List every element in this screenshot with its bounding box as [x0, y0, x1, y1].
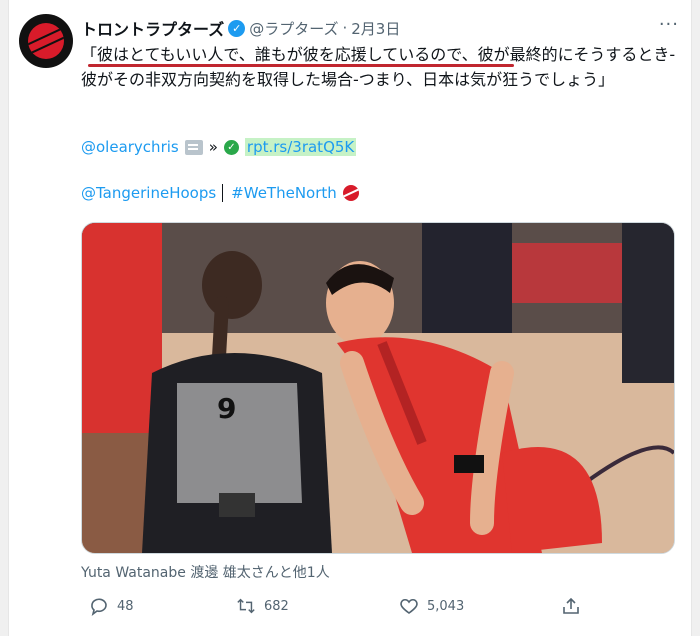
link-line: @olearychris » ✓ rpt.rs/3ratQ5K — [81, 138, 676, 156]
tag-line: @TangerineHoops #WeTheNorth — [81, 184, 359, 202]
retweet-count: 682 — [264, 598, 289, 614]
photo-caption[interactable]: Yuta Watanabe 渡邊 雄太さんと他1人 — [81, 562, 330, 582]
separator-dot: · — [342, 19, 348, 37]
basketball-emoji-icon — [342, 185, 359, 201]
like-button[interactable]: 5,043 — [399, 596, 464, 616]
tweet-actions: 48 682 5,043 — [81, 592, 601, 620]
retweet-icon — [236, 596, 256, 616]
heart-icon — [399, 596, 419, 616]
jersey-number: 9 — [217, 392, 236, 425]
tweet-text: 「彼はとてもいい人で、誰もが彼を応援しているので、彼が最終的にそうするとき-彼が… — [81, 45, 676, 89]
newspaper-icon — [184, 139, 203, 155]
photo-illustration: 9 — [82, 223, 674, 553]
reply-count: 48 — [117, 598, 134, 614]
arrow-symbol: » — [208, 138, 218, 156]
tweet-header: トロントラプターズ ✓ @ラプターズ · 2月3日 — [81, 16, 681, 40]
retweet-button[interactable]: 682 — [236, 596, 289, 616]
reply-button[interactable]: 48 — [89, 596, 134, 616]
tweet-card: トロントラプターズ ✓ @ラプターズ · 2月3日 ··· 「彼はとてもいい人で… — [8, 0, 692, 636]
check-icon: ✓ — [223, 139, 239, 155]
share-button[interactable] — [561, 596, 581, 616]
red-underline-annotation — [88, 64, 514, 67]
text-cursor — [222, 184, 224, 202]
tweet-date[interactable]: 2月3日 — [351, 18, 400, 39]
raptors-logo-icon[interactable] — [19, 14, 73, 68]
like-count: 5,043 — [427, 598, 465, 614]
mention-link[interactable]: @olearychris — [81, 138, 179, 156]
tweet-photo[interactable]: 9 — [81, 222, 675, 554]
tag-mention-link[interactable]: @TangerineHoops — [81, 184, 216, 202]
reply-icon — [89, 596, 109, 616]
more-options-icon[interactable]: ··· — [659, 14, 679, 35]
share-icon — [561, 596, 581, 616]
account-handle[interactable]: @ラプターズ — [249, 18, 338, 39]
account-name[interactable]: トロントラプターズ — [81, 16, 224, 40]
verified-badge-icon: ✓ — [228, 19, 246, 37]
short-link[interactable]: rpt.rs/3ratQ5K — [244, 138, 357, 156]
hashtag-link[interactable]: #WeTheNorth — [231, 184, 337, 202]
